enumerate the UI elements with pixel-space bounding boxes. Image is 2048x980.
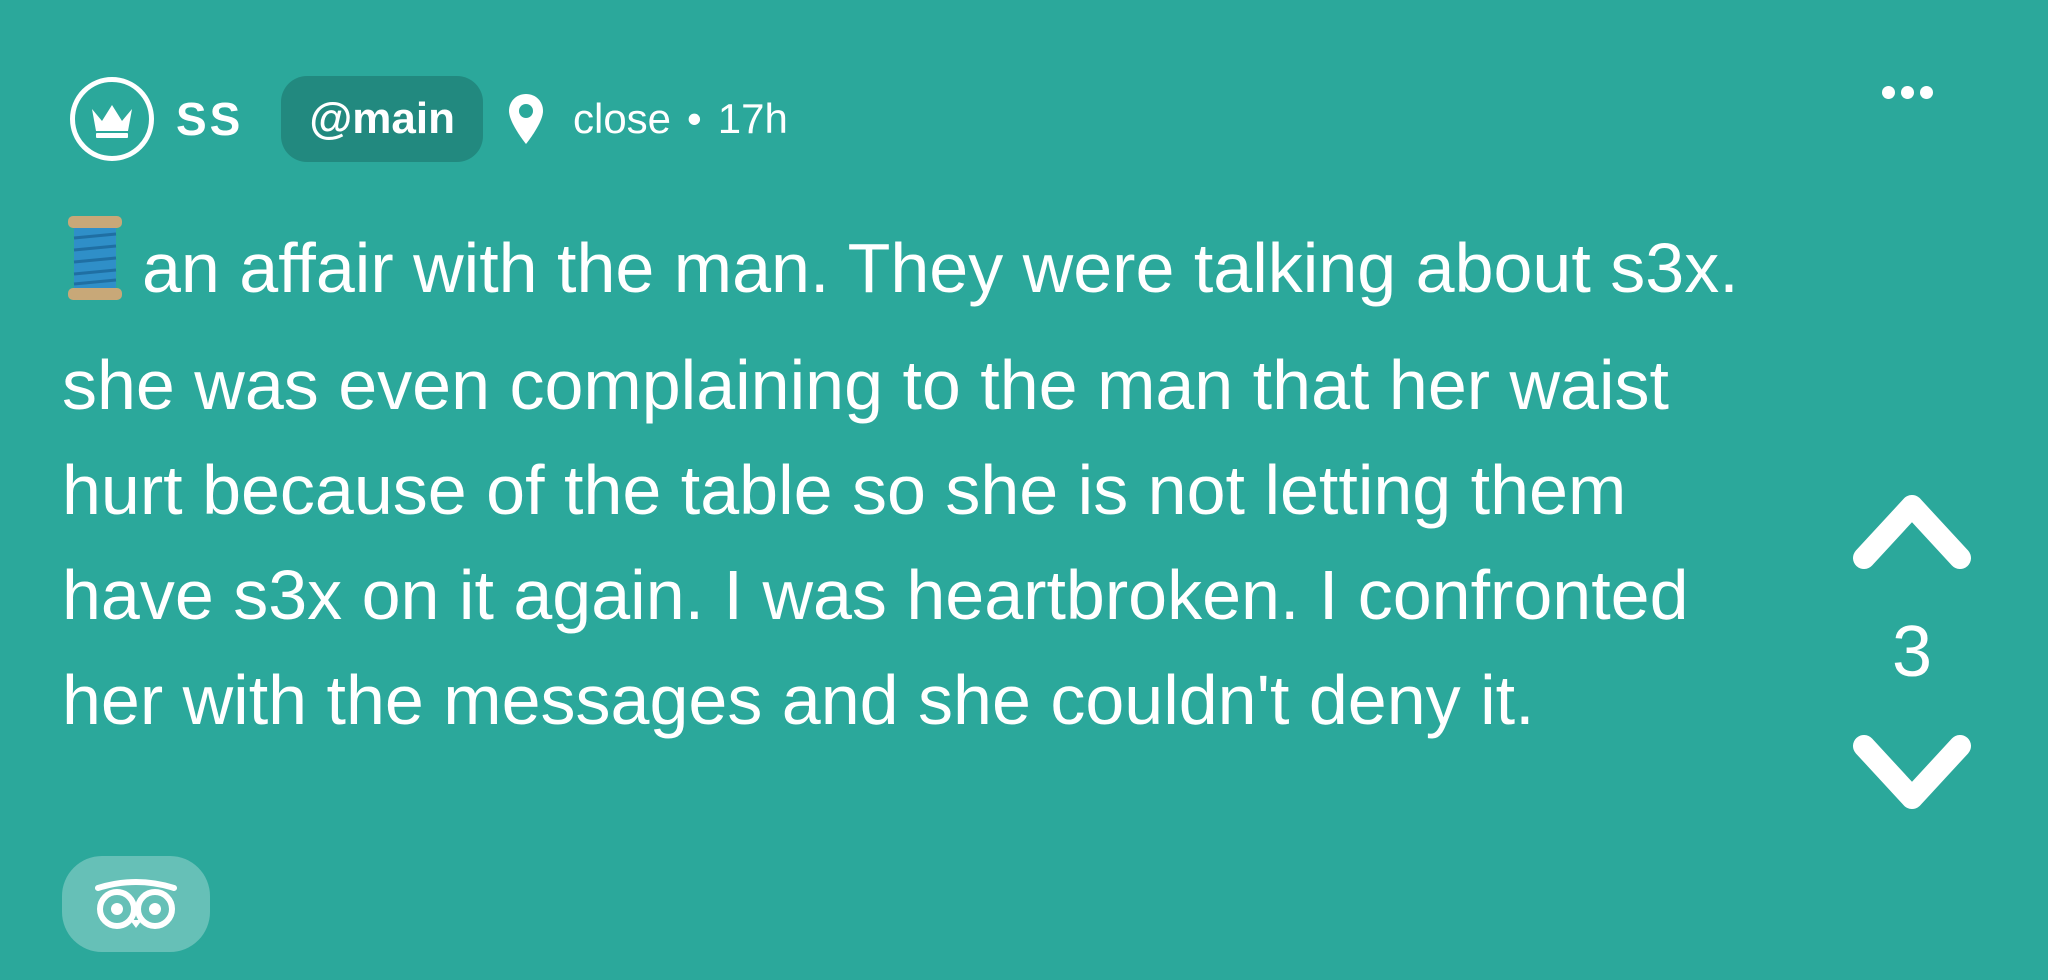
user-avatar[interactable] [70, 77, 154, 161]
ellipsis-icon-dot [1920, 86, 1933, 99]
crown-icon [92, 105, 132, 138]
ellipsis-icon-dot [1901, 86, 1914, 99]
channel-label: @main [309, 94, 455, 143]
downvote-button[interactable] [1852, 732, 1972, 814]
post-body-text: an affair with the man. They were talkin… [62, 229, 1739, 739]
owl-icon [95, 879, 177, 929]
channel-badge[interactable]: @main [281, 76, 483, 162]
meta-separator: • [687, 95, 702, 142]
post-age: 17h [717, 95, 788, 142]
map-pin-icon [507, 92, 545, 146]
location-label: close [572, 95, 672, 142]
vote-count: 3 [1891, 612, 1933, 692]
ellipsis-icon-dot [1882, 86, 1895, 99]
thread-spool-icon [62, 212, 128, 333]
upvote-button[interactable] [1852, 490, 1972, 572]
post-header: SS @main close • 17h [70, 74, 788, 164]
post-body: an affair with the man. They were talkin… [62, 212, 1782, 753]
vote-control: 3 [1852, 490, 1972, 814]
owl-reaction-button[interactable] [62, 856, 210, 952]
username[interactable]: SS [176, 92, 243, 146]
more-options-button[interactable] [1882, 86, 1933, 99]
